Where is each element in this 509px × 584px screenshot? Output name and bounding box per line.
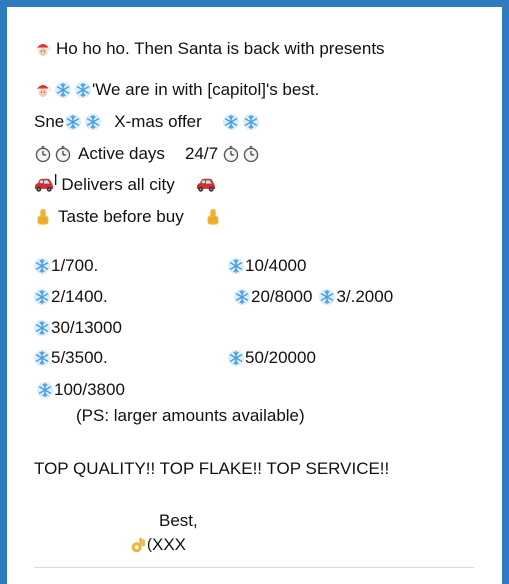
signature: ( XXX [129, 535, 186, 555]
message-line-2: 'We are in with [capitol]'s best. [34, 80, 319, 100]
snowflake-icon [318, 288, 336, 306]
closing: Best, [159, 511, 198, 531]
price-text: 10/4000 [245, 256, 307, 275]
tagline-text: TOP QUALITY!! TOP FLAKE!! TOP SERVICE!! [34, 459, 390, 478]
snowflake-icon [222, 113, 240, 131]
snowflake-icon [33, 349, 51, 367]
signoff-text: XXX [152, 535, 187, 554]
active-days-text: Active days [78, 144, 165, 163]
stopwatch-icon [222, 145, 240, 163]
price-text: 30/13000 [51, 318, 122, 337]
tagline: TOP QUALITY!! TOP FLAKE!! TOP SERVICE!! [34, 459, 389, 479]
price-item: 1/700. [33, 256, 98, 276]
snowflake-icon [36, 381, 54, 399]
price-item: 30/13000 [33, 318, 122, 338]
snowflake-icon [54, 81, 72, 99]
message-line-4: Active days 24/7 [34, 144, 260, 164]
price-text: 100/3800 [54, 380, 125, 399]
message-line-6: Taste before buy [34, 207, 222, 227]
taste-text: Taste before buy [58, 207, 184, 226]
intro-text: 'We are in with [capitol]'s best. [92, 80, 320, 99]
snowflake-icon [227, 349, 245, 367]
hours-text: 24/7 [184, 144, 219, 163]
price-item: 10/4000 [227, 256, 306, 276]
greeting-text: Ho ho ho. Then Santa is back with presen… [56, 39, 385, 58]
snowflake-icon [33, 319, 51, 337]
stray-mark-text: l [54, 172, 58, 189]
message-line-3: Sne X-mas offer [34, 112, 260, 132]
thumbs-up-icon [204, 208, 222, 226]
message-line-1: Ho ho ho. Then Santa is back with presen… [34, 39, 385, 59]
delivery-text: Delivers all city [61, 175, 175, 194]
price-text: 2/1400. [51, 287, 108, 306]
price-text: 1/700. [51, 256, 99, 275]
snowflake-icon [64, 113, 82, 131]
message-body: Ho ho ho. Then Santa is back with presen… [0, 0, 509, 584]
car-icon [195, 176, 216, 194]
message-line-5: l Delivers all city [33, 172, 216, 195]
car-icon [33, 176, 54, 194]
stopwatch-icon [54, 145, 72, 163]
ps-note: (PS: larger amounts available) [76, 406, 305, 426]
thumbs-up-icon [34, 208, 52, 226]
santa-icon [34, 81, 52, 99]
prefix-text: Sne [34, 112, 65, 131]
price-item: 50/20000 [227, 348, 316, 368]
snowflake-icon [74, 81, 92, 99]
stopwatch-icon [34, 145, 52, 163]
snowflake-icon [242, 113, 260, 131]
price-text: 5/3500. [51, 348, 108, 367]
offer-text: X-mas offer [114, 112, 202, 131]
snowflake-icon [227, 257, 245, 275]
snowflake-icon [33, 257, 51, 275]
snowflake-icon [84, 113, 102, 131]
price-text: 20/8000 [251, 287, 313, 306]
price-item: 2/1400. [33, 287, 108, 307]
stopwatch-icon [242, 145, 260, 163]
price-text: 50/20000 [245, 348, 316, 367]
snowflake-icon [233, 288, 251, 306]
price-text: 3/.2000 [336, 287, 394, 306]
price-item: 5/3500. [33, 348, 108, 368]
price-item: 100/3800 [36, 380, 125, 400]
best-text: Best, [159, 511, 198, 530]
price-item: 20/8000 3/.2000 [233, 287, 393, 307]
ps-text: (PS: larger amounts available) [76, 406, 305, 425]
divider [34, 567, 474, 568]
santa-icon [34, 40, 52, 58]
snowflake-icon [33, 288, 51, 306]
ok-hand-icon [129, 536, 147, 554]
